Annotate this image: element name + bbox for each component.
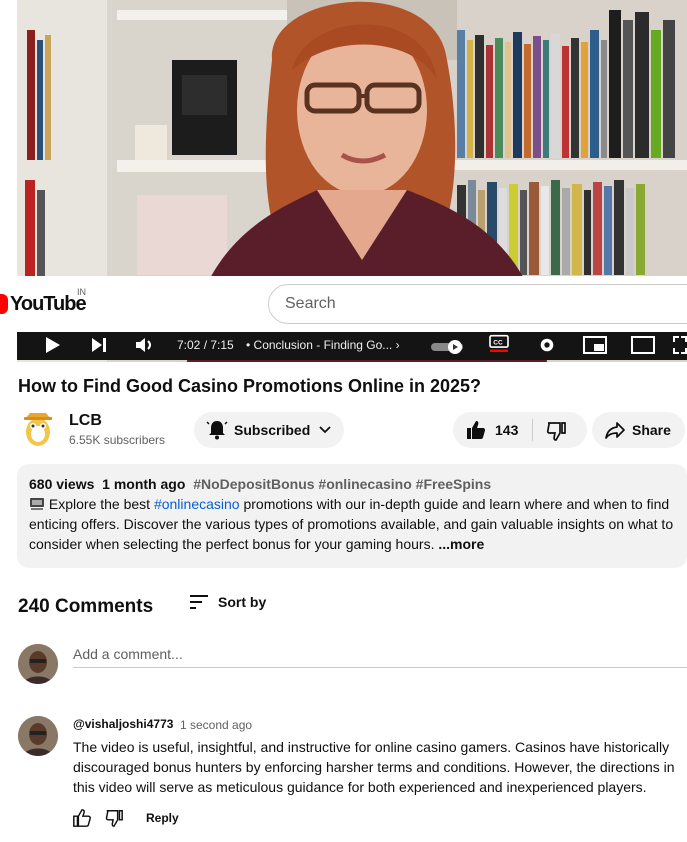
volume-icon[interactable] (135, 336, 155, 354)
logo-text: YouTube (10, 292, 87, 315)
add-comment-input[interactable]: Add a comment... (73, 644, 687, 668)
comment-like-icon[interactable] (72, 808, 92, 828)
dislike-button[interactable] (545, 420, 567, 445)
video-title: How to Find Good Casino Promotions Onlin… (18, 376, 482, 396)
bell-icon (206, 421, 228, 440)
subscriber-count: 6.55K subscribers (69, 433, 166, 447)
description-box[interactable]: 680 views 1 month ago #NoDepositBonus #o… (17, 464, 687, 568)
sort-by-button[interactable]: Sort by (188, 593, 266, 611)
comment-avatar-image (18, 716, 58, 756)
sort-label: Sort by (218, 594, 267, 610)
share-arrow-icon (605, 422, 625, 439)
autoplay-toggle-icon[interactable] (431, 338, 467, 356)
description-intro: Explore the best (48, 496, 154, 512)
player-controls: 7:02 / 7:15 • Conclusion - Finding Go...… (17, 330, 687, 360)
lcb-mascot-icon (24, 413, 52, 446)
comment-time[interactable]: 1 second ago (180, 718, 252, 732)
chapter-title[interactable]: • Conclusion - Finding Go... › (246, 338, 400, 352)
add-comment-placeholder: Add a comment... (73, 646, 183, 662)
chevron-right-icon: › (395, 338, 400, 352)
description-text: Explore the best #onlinecasino promotion… (29, 494, 675, 554)
theater-mode-icon[interactable] (631, 336, 655, 354)
subscribed-label: Subscribed (234, 422, 311, 438)
sort-icon (190, 595, 208, 609)
time-display: 7:02 / 7:15 (177, 338, 234, 352)
svg-text:CC: CC (493, 340, 503, 347)
reply-button[interactable]: Reply (146, 811, 179, 825)
upload-age: 1 month ago (102, 476, 186, 492)
masthead: YouTube IN Search (0, 276, 687, 332)
youtube-logo[interactable]: YouTube IN (0, 287, 87, 315)
youtube-play-logo-icon (0, 294, 8, 314)
share-button[interactable]: Share (592, 412, 685, 448)
computer-emoji-icon (30, 498, 44, 510)
like-button[interactable]: 143 (453, 419, 518, 441)
hashtag-link[interactable]: #onlinecasino (154, 496, 240, 512)
user-avatar (18, 644, 58, 684)
comment-actions: Reply (72, 808, 179, 828)
subscribed-button[interactable]: Subscribed (194, 412, 344, 448)
hashtags[interactable]: #NoDepositBonus #onlinecasino #FreeSpins (193, 476, 491, 492)
miniplayer-icon[interactable] (583, 336, 607, 354)
share-label: Share (632, 422, 671, 438)
play-icon[interactable] (45, 336, 61, 354)
settings-gear-icon[interactable] (537, 336, 557, 354)
chapter-label: • Conclusion - Finding Go... (246, 338, 393, 352)
channel-name[interactable]: LCB (69, 412, 102, 430)
thumbs-down-icon (546, 422, 566, 441)
comment-text: The video is useful, insightful, and ins… (73, 739, 675, 795)
captions-icon[interactable]: CC (487, 334, 511, 352)
channel-avatar[interactable] (18, 408, 58, 448)
fullscreen-icon[interactable] (673, 336, 687, 354)
description-meta: 680 views 1 month ago #NoDepositBonus #o… (29, 476, 675, 492)
comment-author-avatar[interactable] (18, 716, 58, 756)
like-count: 143 (495, 422, 519, 438)
comments-count: 240 Comments (18, 596, 154, 617)
user-avatar-image (18, 644, 58, 684)
search-input[interactable]: Search (268, 284, 687, 324)
next-icon[interactable] (91, 336, 107, 354)
chevron-down-icon (319, 426, 331, 434)
comment-dislike-icon[interactable] (104, 808, 124, 828)
like-dislike-divider (532, 419, 533, 441)
comment-author[interactable]: @vishaljoshi4773 (73, 717, 173, 731)
country-code: IN (77, 287, 86, 297)
like-dislike-group: 143 (453, 412, 587, 448)
thumbs-up-icon (467, 421, 486, 439)
more-link[interactable]: ...more (438, 536, 484, 552)
search-placeholder: Search (285, 295, 336, 312)
view-count: 680 views (29, 476, 95, 492)
